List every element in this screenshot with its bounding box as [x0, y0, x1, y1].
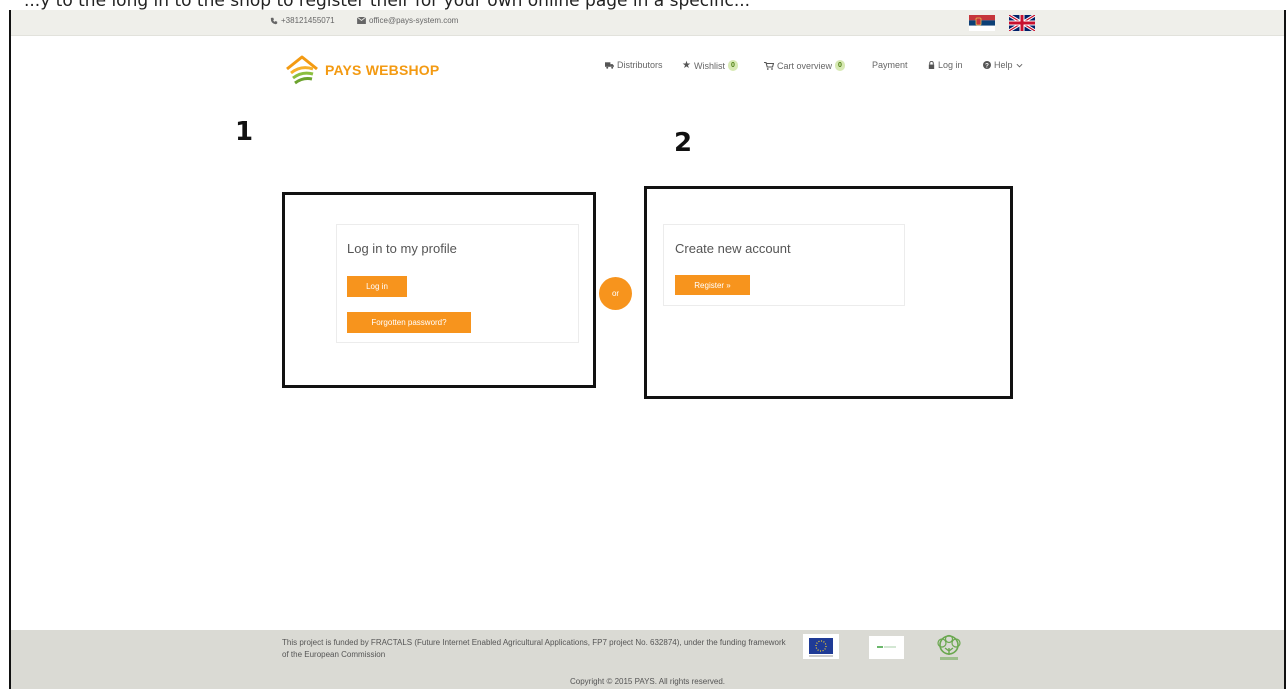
or-separator: or	[599, 277, 632, 310]
truck-icon	[605, 62, 614, 69]
register-panel: Create new account Register »	[663, 224, 905, 306]
wishlist-count-badge: 0	[727, 60, 738, 71]
login-button[interactable]: Log in	[347, 276, 407, 297]
envelope-icon	[357, 17, 366, 24]
register-button[interactable]: Register »	[675, 275, 750, 295]
nav-wishlist-label: Wishlist	[693, 60, 725, 71]
nav-distributors-label: Distributors	[617, 60, 663, 70]
funding-text: This project is funded by FRACTALS (Futu…	[282, 638, 786, 659]
partner-logo	[869, 636, 904, 659]
uk-flag-icon[interactable]	[1009, 15, 1035, 31]
cart-icon	[764, 61, 774, 70]
fractals-tree-icon	[937, 634, 961, 660]
email-contact[interactable]: office@pays-system.com	[357, 16, 458, 25]
caption-band: ...y to the long in to the shop to regis…	[0, 0, 1286, 10]
chevron-down-icon	[1016, 63, 1022, 67]
step-number-2: 2	[674, 128, 693, 158]
nav-wishlist[interactable]: ★ Wishlist 0	[682, 60, 738, 71]
email-address: office@pays-system.com	[369, 16, 459, 25]
nav-payment[interactable]: Payment	[872, 60, 908, 70]
eu-flag-logo	[803, 634, 839, 659]
nav-login[interactable]: Log in	[928, 60, 963, 70]
cart-count-badge: 0	[835, 60, 845, 71]
star-icon: ★	[682, 60, 691, 71]
eu-flag-icon	[809, 638, 833, 657]
frame-border-left	[9, 10, 11, 689]
caption-text: ...y to the long in to the shop to regis…	[24, 0, 751, 10]
main-nav: Distributors ★ Wishlist 0 Cart overview …	[0, 60, 1286, 74]
phone-contact[interactable]: +38121455071	[270, 16, 335, 25]
nav-help[interactable]: ? Help	[983, 60, 1023, 70]
nav-distributors[interactable]: Distributors	[605, 60, 663, 70]
lock-icon	[928, 61, 935, 69]
question-circle-icon: ?	[983, 61, 991, 69]
svg-text:?: ?	[985, 62, 989, 69]
forgotten-password-button[interactable]: Forgotten password?	[347, 312, 471, 333]
fractals-logo	[931, 634, 967, 664]
login-panel-title: Log in to my profile	[347, 241, 457, 256]
login-panel: Log in to my profile Log in Forgotten pa…	[336, 224, 579, 343]
serbian-flag-icon[interactable]	[969, 15, 995, 31]
top-contact-bar: +38121455071 office@pays-system.com	[11, 10, 1284, 36]
nav-payment-label: Payment	[872, 60, 908, 70]
nav-cart[interactable]: Cart overview 0	[764, 60, 845, 71]
phone-number: +38121455071	[281, 16, 335, 25]
nav-help-label: Help	[994, 60, 1013, 70]
footer: This project is funded by FRACTALS (Futu…	[11, 630, 1284, 689]
nav-login-label: Log in	[938, 60, 963, 70]
register-panel-title: Create new account	[675, 241, 791, 256]
nav-cart-label: Cart overview	[777, 60, 833, 71]
partner-logo-icon	[877, 646, 896, 648]
copyright-text: Copyright © 2015 PAYS. All rights reserv…	[569, 677, 725, 686]
phone-icon	[270, 17, 278, 24]
step-number-1: 1	[235, 117, 254, 147]
